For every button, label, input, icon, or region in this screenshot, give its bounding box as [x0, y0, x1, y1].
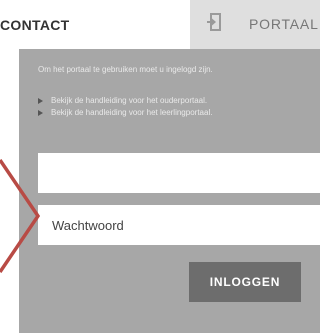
login-intro-text: Om het portaal te gebruiken moet u ingel… [38, 65, 213, 74]
password-field[interactable] [38, 205, 320, 245]
triangle-right-icon [38, 97, 43, 104]
link-leerlingportaal-label: Bekijk de handleiding voor het leerlingp… [51, 108, 213, 117]
triangle-right-icon [38, 109, 43, 116]
tab-portaal-label: PORTAAL [249, 16, 319, 32]
login-door-icon [207, 12, 223, 37]
tab-contact[interactable]: CONTACT [0, 0, 190, 49]
login-button[interactable]: INLOGGEN [189, 262, 301, 302]
manual-links: Bekijk de handleiding voor het ouderport… [38, 95, 212, 119]
link-leerlingportaal-manual[interactable]: Bekijk de handleiding voor het leerlingp… [38, 107, 212, 119]
tab-portaal[interactable]: PORTAAL [190, 0, 320, 49]
tab-contact-label: CONTACT [0, 17, 70, 33]
pointer-arrow-icon [0, 150, 41, 287]
link-ouderportaal-manual[interactable]: Bekijk de handleiding voor het ouderport… [38, 95, 212, 107]
login-panel: Om het portaal te gebruiken moet u ingel… [19, 49, 320, 333]
link-ouderportaal-label: Bekijk de handleiding voor het ouderport… [51, 96, 208, 105]
username-field[interactable] [38, 153, 320, 193]
